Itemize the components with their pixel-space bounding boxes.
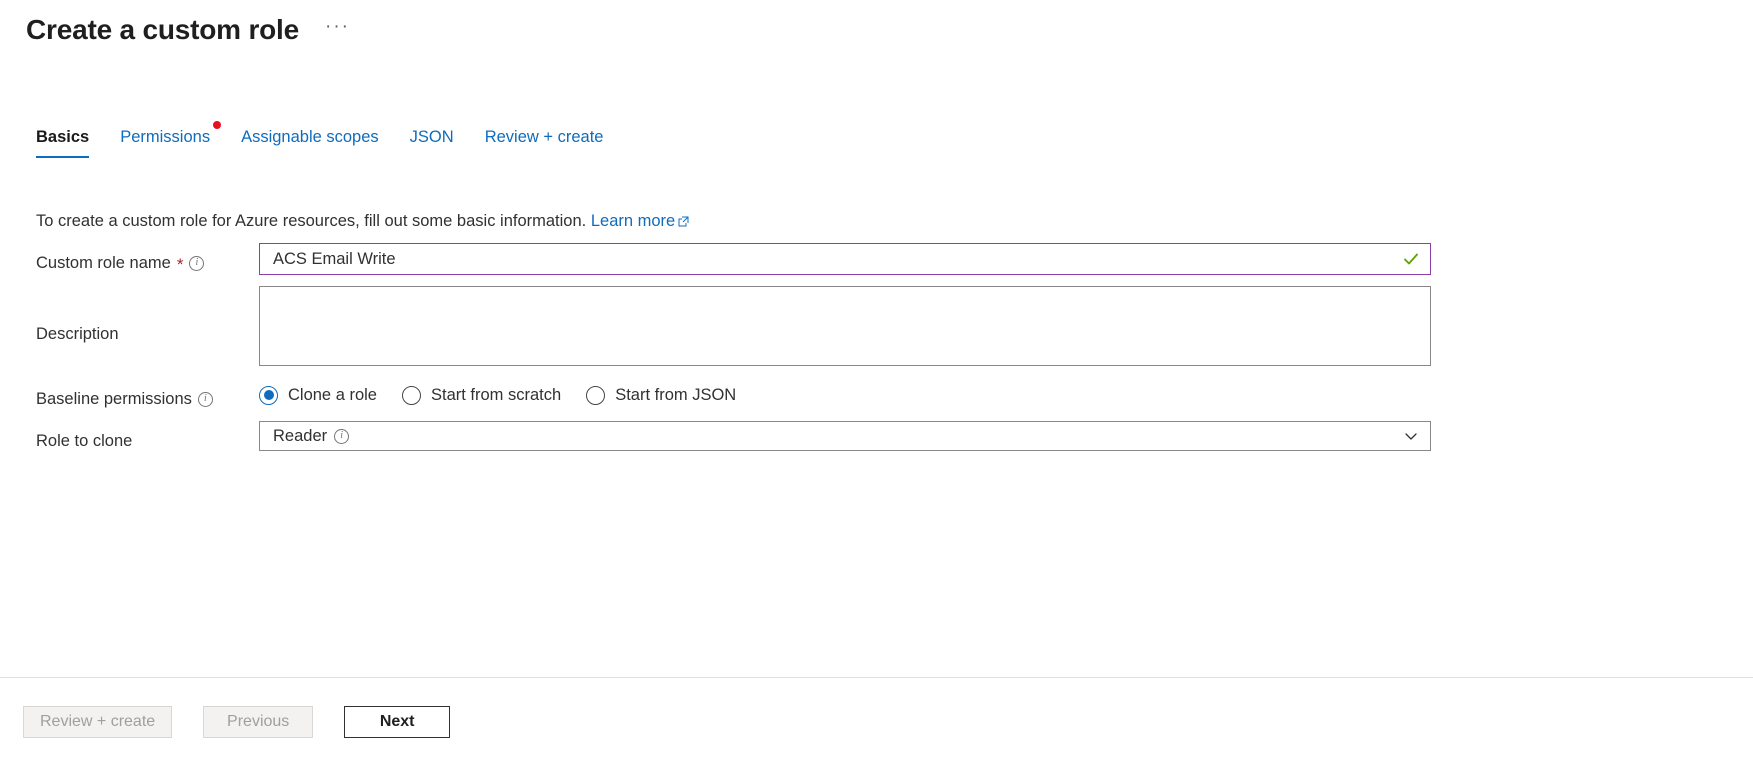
radio-start-from-scratch[interactable]: Start from scratch: [401, 385, 562, 405]
field-role-to-clone: Role to clone Reader i: [36, 421, 1716, 452]
radio-clone-a-role[interactable]: Clone a role: [259, 385, 377, 405]
role-to-clone-info-icon[interactable]: i: [334, 428, 350, 444]
footer-divider: [0, 677, 1753, 678]
radio-start-from-json-icon: [586, 385, 606, 405]
field-description: Description: [36, 286, 1716, 366]
intro-text: To create a custom role for Azure resour…: [36, 210, 689, 232]
tab-review-create-label: Review + create: [484, 128, 604, 146]
field-custom-role-name: Custom role name * i ACS Email Write: [36, 243, 1716, 275]
baseline-permissions-info-icon[interactable]: i: [197, 391, 213, 407]
tab-permissions-label: Permissions: [120, 128, 211, 146]
description-control: [259, 286, 1716, 366]
checkmark-icon: [1403, 251, 1419, 267]
role-to-clone-label: Role to clone: [36, 432, 133, 450]
radio-clone-a-role-icon: [259, 385, 278, 405]
radio-start-from-scratch-icon: [401, 385, 421, 405]
custom-role-name-value: ACS Email Write: [273, 250, 396, 268]
tab-assignable-scopes-label: Assignable scopes: [241, 128, 379, 146]
baseline-permissions-label: Baseline permissions: [36, 390, 192, 408]
external-link-icon: [678, 211, 689, 227]
description-label-group: Description: [36, 286, 259, 345]
role-to-clone-label-group: Role to clone: [36, 421, 259, 452]
radio-start-from-json[interactable]: Start from JSON: [586, 385, 736, 405]
baseline-permissions-radio-group: Clone a role Start from scratch Start fr…: [259, 377, 1716, 405]
description-textarea[interactable]: [259, 286, 1431, 366]
chevron-down-icon: [1404, 429, 1418, 443]
tab-json[interactable]: JSON: [410, 122, 454, 158]
create-custom-role-page: Create a custom role ··· Basics Permissi…: [0, 0, 1753, 774]
next-button[interactable]: Next: [344, 706, 451, 738]
role-to-clone-dropdown[interactable]: Reader i: [259, 421, 1431, 451]
page-header: Create a custom role ···: [26, 10, 354, 50]
previous-button[interactable]: Previous: [203, 706, 314, 738]
permissions-alert-dot-icon: [213, 121, 222, 129]
radio-clone-a-role-label: Clone a role: [288, 386, 377, 404]
page-title: Create a custom role: [26, 14, 299, 45]
field-baseline-permissions: Baseline permissions i Clone a role Star…: [36, 377, 1716, 410]
radio-start-from-json-label: Start from JSON: [615, 386, 737, 404]
custom-role-name-info-icon[interactable]: i: [189, 255, 205, 271]
intro-sentence: To create a custom role for Azure resour…: [36, 212, 587, 230]
role-to-clone-control: Reader i: [259, 421, 1716, 451]
tab-assignable-scopes[interactable]: Assignable scopes: [241, 122, 379, 158]
review-create-button[interactable]: Review + create: [23, 706, 173, 738]
wizard-footer: Review + create Previous Next: [23, 706, 451, 738]
tab-review-create[interactable]: Review + create: [485, 122, 604, 158]
custom-role-name-input[interactable]: ACS Email Write: [259, 243, 1431, 275]
tab-permissions[interactable]: Permissions: [120, 121, 222, 158]
description-label: Description: [36, 325, 119, 343]
baseline-permissions-label-group: Baseline permissions i: [36, 377, 259, 410]
tab-basics[interactable]: Basics: [36, 122, 90, 158]
required-asterisk: *: [176, 255, 184, 274]
wizard-tabs: Basics Permissions Assignable scopes JSO…: [36, 121, 634, 158]
basics-form: Custom role name * i ACS Email Write Des…: [36, 243, 1716, 463]
baseline-permissions-control: Clone a role Start from scratch Start fr…: [259, 377, 1716, 405]
tab-basics-label: Basics: [36, 128, 90, 146]
radio-start-from-scratch-label: Start from scratch: [430, 386, 562, 404]
tab-json-label: JSON: [409, 128, 454, 146]
custom-role-name-label-group: Custom role name * i: [36, 243, 259, 274]
custom-role-name-label: Custom role name: [36, 254, 171, 272]
more-options-icon[interactable]: ···: [321, 14, 354, 46]
role-to-clone-value: Reader: [273, 427, 328, 445]
custom-role-name-control: ACS Email Write: [259, 243, 1716, 275]
learn-more-label: Learn more: [590, 212, 676, 230]
learn-more-link[interactable]: Learn more: [591, 212, 689, 230]
